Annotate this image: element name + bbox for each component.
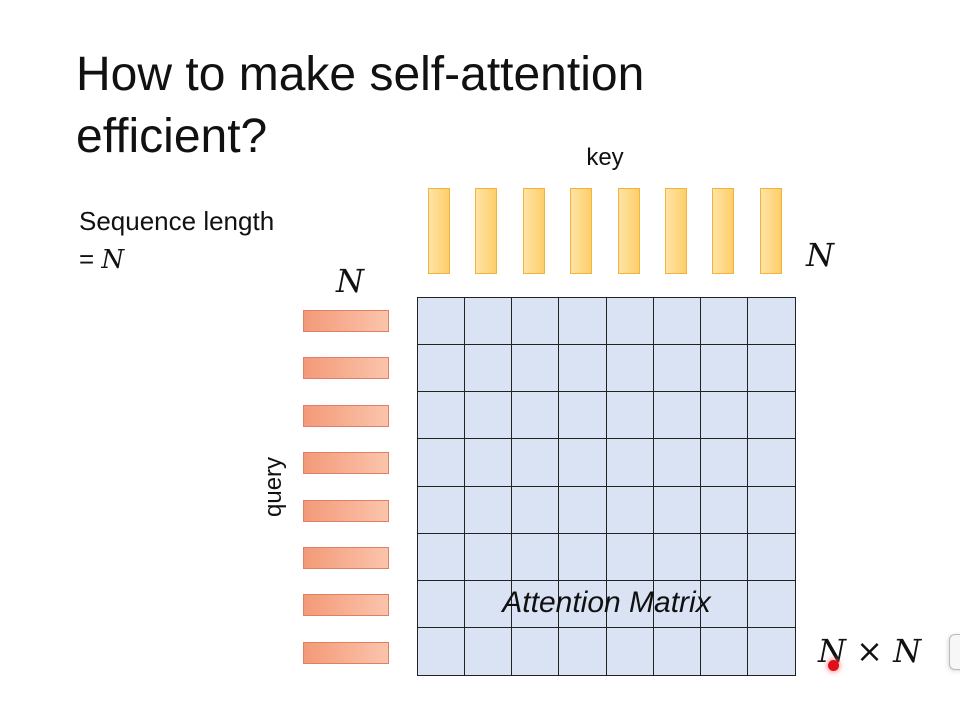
matrix-cell <box>418 439 466 487</box>
matrix-cell <box>606 392 654 440</box>
matrix-cell <box>700 486 748 534</box>
key-vector-bar <box>665 188 687 274</box>
matrix-cell <box>465 486 513 534</box>
matrix-cell <box>606 533 654 581</box>
matrix-cell <box>512 627 560 675</box>
matrix-cell <box>559 298 607 346</box>
key-vector-bar <box>570 188 592 274</box>
matrix-cell <box>606 627 654 675</box>
matrix-cell <box>747 486 795 534</box>
matrix-cell <box>700 439 748 487</box>
matrix-cell <box>700 627 748 675</box>
matrix-cell <box>418 392 466 440</box>
matrix-cell <box>418 486 466 534</box>
matrix-cell <box>653 439 701 487</box>
matrix-cell <box>465 298 513 346</box>
query-vector-bar <box>303 452 389 474</box>
matrix-cell <box>653 533 701 581</box>
matrix-cell <box>747 392 795 440</box>
query-vector-bar <box>303 547 389 569</box>
key-vector-bar <box>712 188 734 274</box>
matrix-cell <box>418 533 466 581</box>
matrix-cell <box>653 298 701 346</box>
query-vector-bar <box>303 310 389 332</box>
matrix-cell <box>559 392 607 440</box>
edge-scroll-tab[interactable] <box>949 634 960 670</box>
key-vector-bar <box>475 188 497 274</box>
matrix-cell <box>653 486 701 534</box>
sequence-equals: = <box>79 244 102 274</box>
matrix-cell <box>559 486 607 534</box>
matrix-cell <box>747 345 795 393</box>
key-vector-bar <box>428 188 450 274</box>
sequence-length-note: Sequence length = N <box>79 202 274 279</box>
matrix-cell <box>465 392 513 440</box>
matrix-cell <box>512 392 560 440</box>
matrix-cell <box>700 345 748 393</box>
matrix-cell <box>559 345 607 393</box>
slide-title: How to make self-attention efficient? <box>76 48 645 163</box>
key-vector-bar <box>618 188 640 274</box>
attention-matrix-label: Attention Matrix <box>502 586 711 619</box>
key-vector-bar <box>523 188 545 274</box>
matrix-cell <box>606 439 654 487</box>
query-vector-bar <box>303 357 389 379</box>
sequence-length-equation: = N <box>79 240 274 279</box>
matrix-cell <box>700 533 748 581</box>
key-vector-bar <box>760 188 782 274</box>
key-count-label: N <box>806 236 834 274</box>
matrix-cell <box>653 345 701 393</box>
query-vector-bar <box>303 594 389 616</box>
matrix-cell <box>700 392 748 440</box>
matrix-cell <box>418 298 466 346</box>
matrix-cell <box>747 298 795 346</box>
laser-pointer-dot <box>828 660 839 671</box>
sequence-length-text: Sequence length <box>79 206 275 236</box>
query-count-label: N <box>336 262 364 300</box>
matrix-cell <box>606 486 654 534</box>
matrix-cell <box>512 439 560 487</box>
matrix-cell <box>465 439 513 487</box>
matrix-cell <box>606 298 654 346</box>
query-vector-bar <box>303 405 389 427</box>
matrix-cell <box>512 298 560 346</box>
matrix-cell <box>465 345 513 393</box>
matrix-cell <box>700 298 748 346</box>
matrix-cell <box>559 627 607 675</box>
query-vector-bar <box>303 642 389 664</box>
matrix-cell <box>559 533 607 581</box>
matrix-cell <box>559 439 607 487</box>
query-vector-bar <box>303 500 389 522</box>
matrix-cell <box>747 533 795 581</box>
matrix-cell <box>747 627 795 675</box>
matrix-cell <box>747 439 795 487</box>
matrix-cell <box>418 345 466 393</box>
matrix-cell <box>512 486 560 534</box>
matrix-cell <box>653 627 701 675</box>
matrix-cell <box>465 627 513 675</box>
matrix-cell <box>512 345 560 393</box>
key-label: key <box>586 144 624 171</box>
matrix-cell <box>465 533 513 581</box>
matrix-cell <box>606 345 654 393</box>
query-label: query <box>260 456 287 517</box>
sequence-variable: N <box>101 245 125 275</box>
matrix-cell <box>512 533 560 581</box>
matrix-cell <box>418 627 466 675</box>
slide: How to make self-attention efficient? Se… <box>0 0 960 720</box>
matrix-cell <box>653 392 701 440</box>
